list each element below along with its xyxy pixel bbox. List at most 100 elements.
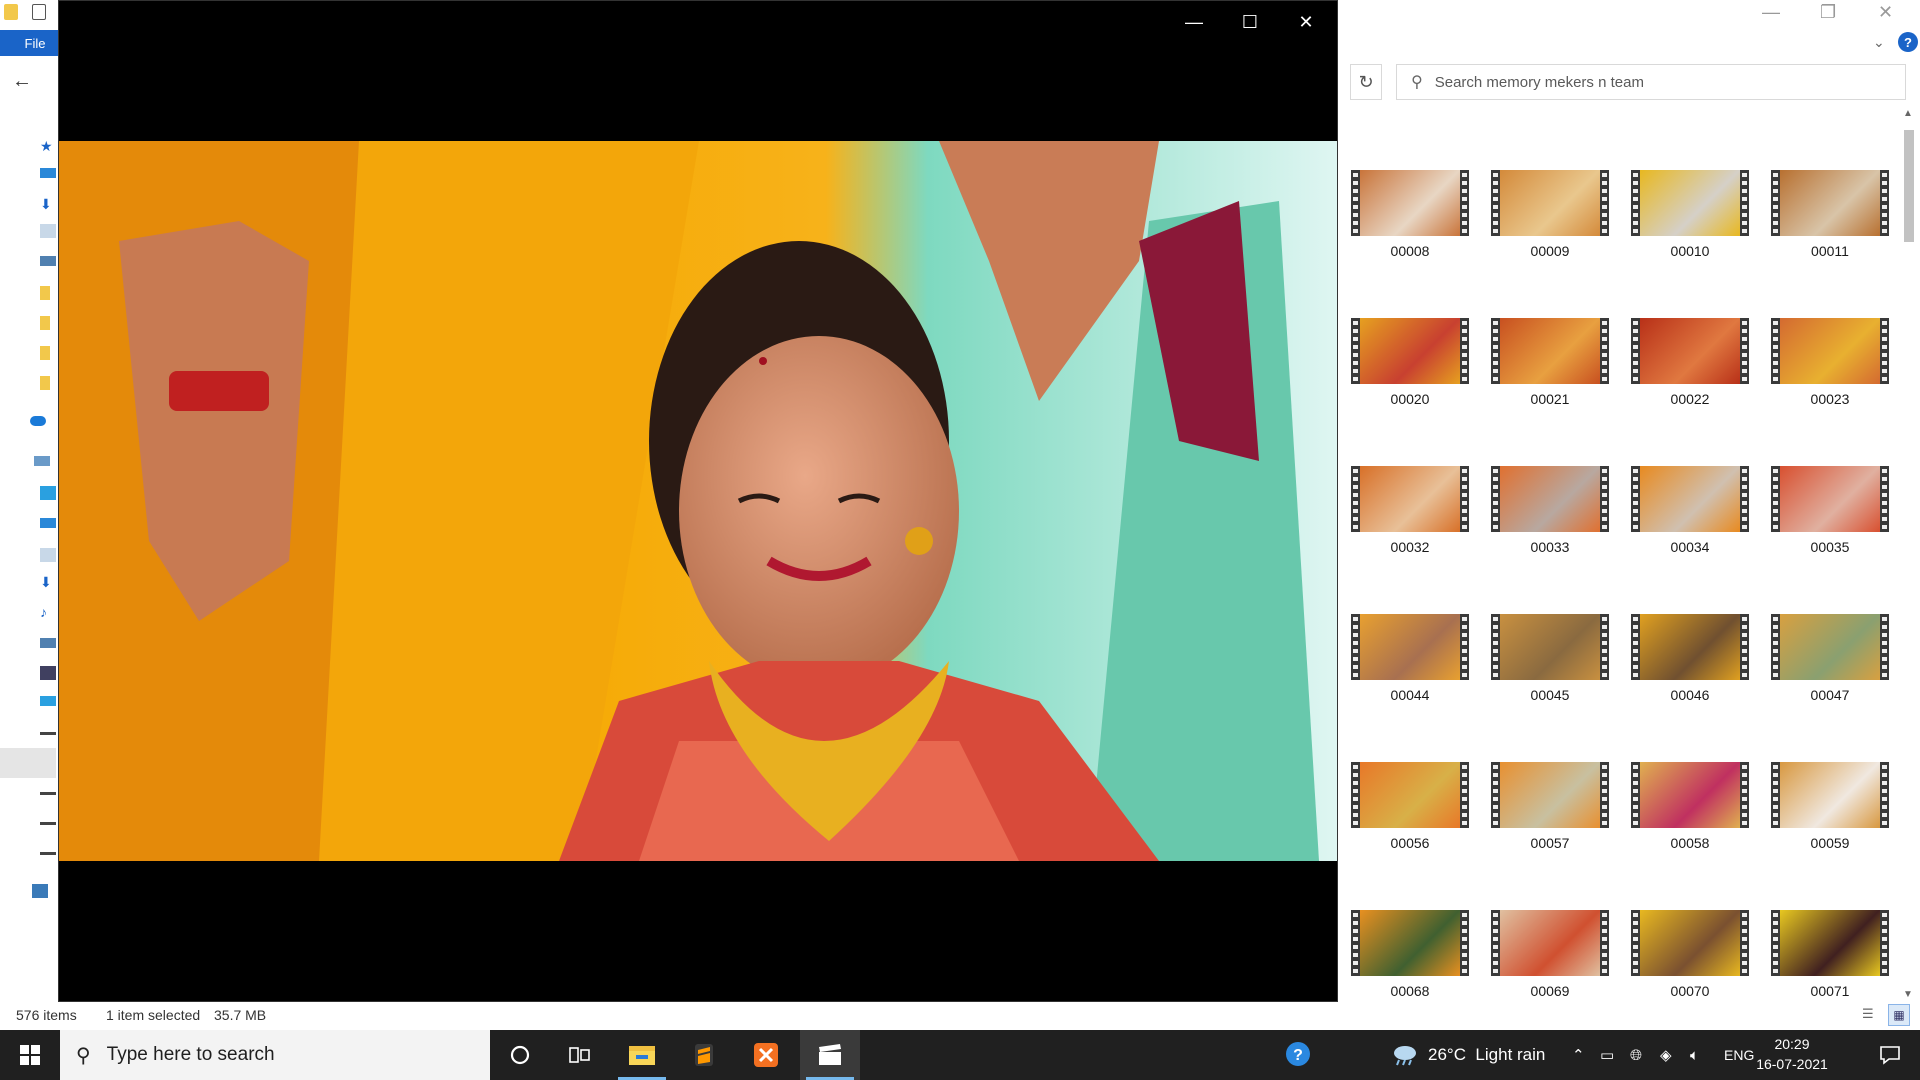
minimize-icon[interactable]: —: [1171, 9, 1217, 35]
search-box[interactable]: ⚲: [1396, 64, 1906, 100]
globe-network-icon[interactable]: 🌐︎: [1630, 1030, 1642, 1080]
clapperboard-icon: [817, 1043, 843, 1067]
restore-icon[interactable]: ❐: [1820, 2, 1836, 23]
pictures-icon[interactable]: [40, 256, 56, 266]
this-pc-icon[interactable]: [34, 456, 50, 466]
folder-icon[interactable]: [40, 376, 50, 390]
task-view-button[interactable]: [550, 1030, 610, 1080]
drive-icon[interactable]: [40, 852, 56, 855]
item-count: 576 items: [16, 1007, 77, 1023]
video-thumbnail[interactable]: 00011: [1760, 170, 1900, 294]
scroll-down-icon[interactable]: ▼: [1903, 989, 1913, 1000]
scroll-up-icon[interactable]: ▲: [1903, 108, 1913, 119]
video-thumbnail[interactable]: 00032: [1340, 466, 1480, 590]
downloads-icon[interactable]: ⬇: [40, 196, 52, 213]
refresh-button[interactable]: ↻: [1350, 64, 1382, 100]
folder-icon[interactable]: [40, 346, 50, 360]
quick-access-star-icon[interactable]: ★: [40, 138, 53, 155]
notification-icon: [1879, 1045, 1901, 1065]
folder-icon[interactable]: [4, 4, 18, 20]
weather-widget[interactable]: 26°C Light rain: [1390, 1030, 1545, 1080]
desktop-icon[interactable]: [40, 168, 56, 178]
thumbnail-label: 00020: [1391, 391, 1430, 407]
speaker-icon[interactable]: 🔈︎: [1690, 1030, 1699, 1080]
details-view-icon[interactable]: ☰: [1862, 1006, 1880, 1024]
status-bar: 576 items 1 item selected 35.7 MB: [0, 1004, 1920, 1028]
windows-drive-icon[interactable]: [40, 696, 56, 706]
filmstrip-frame: [1491, 910, 1609, 976]
drive-icon[interactable]: [40, 732, 56, 735]
search-input[interactable]: [1435, 74, 1875, 91]
music-icon[interactable]: ♪: [40, 604, 47, 620]
video-thumbnail[interactable]: 00056: [1340, 762, 1480, 886]
thumbnail-label: 00046: [1671, 687, 1710, 703]
video-thumbnail[interactable]: 00044: [1340, 614, 1480, 738]
thumbnail-label: 00033: [1531, 539, 1570, 555]
documents-icon[interactable]: [40, 224, 56, 238]
close-icon[interactable]: ✕: [1283, 9, 1329, 35]
video-thumbnail[interactable]: 00020: [1340, 318, 1480, 442]
video-thumbnail[interactable]: 00045: [1480, 614, 1620, 738]
taskbar-help[interactable]: ?: [1268, 1030, 1328, 1080]
video-thumbnail[interactable]: 00034: [1620, 466, 1760, 590]
scroll-thumb[interactable]: [1904, 130, 1914, 242]
thumbnail-label: 00035: [1811, 539, 1850, 555]
video-thumbnail[interactable]: 00008: [1340, 170, 1480, 294]
taskbar-file-explorer[interactable]: [612, 1030, 672, 1080]
start-button[interactable]: [0, 1030, 60, 1080]
video-thumbnail[interactable]: 00047: [1760, 614, 1900, 738]
thumbnail-label: 00034: [1671, 539, 1710, 555]
video-thumbnail[interactable]: 00033: [1480, 466, 1620, 590]
vertical-scrollbar[interactable]: ▲ ▼: [1900, 108, 1918, 1000]
chevron-up-icon[interactable]: ⌃: [1572, 1030, 1585, 1080]
video-thumbnail[interactable]: 00021: [1480, 318, 1620, 442]
folder-icon[interactable]: [40, 316, 50, 330]
taskbar-search[interactable]: ⚲ Type here to search: [60, 1030, 490, 1080]
help-icon[interactable]: ?: [1898, 32, 1918, 52]
cortana-button[interactable]: [490, 1030, 550, 1080]
video-thumbnail[interactable]: 00022: [1620, 318, 1760, 442]
close-icon[interactable]: ✕: [1878, 2, 1893, 23]
large-icons-view-icon[interactable]: ▦: [1888, 1004, 1910, 1026]
taskbar-video-editor[interactable]: [800, 1030, 860, 1080]
desktop-icon[interactable]: [40, 518, 56, 528]
videos-icon[interactable]: [40, 666, 56, 680]
back-arrow-icon[interactable]: ←: [12, 70, 32, 93]
taskbar-xampp[interactable]: [736, 1030, 796, 1080]
language-indicator[interactable]: ENG: [1724, 1030, 1754, 1080]
notification-center-button[interactable]: [1866, 1030, 1914, 1080]
thumbnail-image: [1780, 910, 1880, 976]
sublime-text-icon: [693, 1042, 715, 1068]
battery-icon[interactable]: ▭: [1600, 1030, 1614, 1080]
thumbnail-image: [1360, 466, 1460, 532]
network-icon[interactable]: [32, 884, 48, 898]
video-thumbnail[interactable]: 00010: [1620, 170, 1760, 294]
3d-objects-icon[interactable]: [40, 486, 56, 500]
video-thumbnail[interactable]: 00035: [1760, 466, 1900, 590]
drive-icon[interactable]: [40, 792, 56, 795]
video-thumbnail[interactable]: 00046: [1620, 614, 1760, 738]
onedrive-cloud-icon[interactable]: [30, 416, 46, 426]
clock[interactable]: 20:29 16-07-2021: [1752, 1034, 1832, 1074]
filmstrip-frame: [1631, 762, 1749, 828]
thumbnail-image: [1500, 614, 1600, 680]
taskbar-sublime-text[interactable]: [674, 1030, 734, 1080]
downloads-icon[interactable]: ⬇: [40, 574, 52, 591]
pictures-icon[interactable]: [40, 638, 56, 648]
video-thumbnail[interactable]: 00023: [1760, 318, 1900, 442]
maximize-icon[interactable]: ☐: [1227, 9, 1273, 35]
documents-icon[interactable]: [40, 548, 56, 562]
video-thumbnail[interactable]: 00058: [1620, 762, 1760, 886]
folder-icon[interactable]: [40, 286, 50, 300]
chevron-down-icon[interactable]: ⌄: [1873, 34, 1885, 51]
properties-icon[interactable]: [32, 4, 46, 20]
filmstrip-frame: [1491, 614, 1609, 680]
video-thumbnail[interactable]: 00057: [1480, 762, 1620, 886]
video-thumbnail[interactable]: 00059: [1760, 762, 1900, 886]
wifi-icon[interactable]: ◈: [1660, 1030, 1672, 1080]
thumbnail-label: 00047: [1811, 687, 1850, 703]
thumbnail-image: [1360, 318, 1460, 384]
minimize-icon[interactable]: —: [1762, 2, 1780, 23]
drive-icon[interactable]: [40, 822, 56, 825]
video-thumbnail[interactable]: 00009: [1480, 170, 1620, 294]
